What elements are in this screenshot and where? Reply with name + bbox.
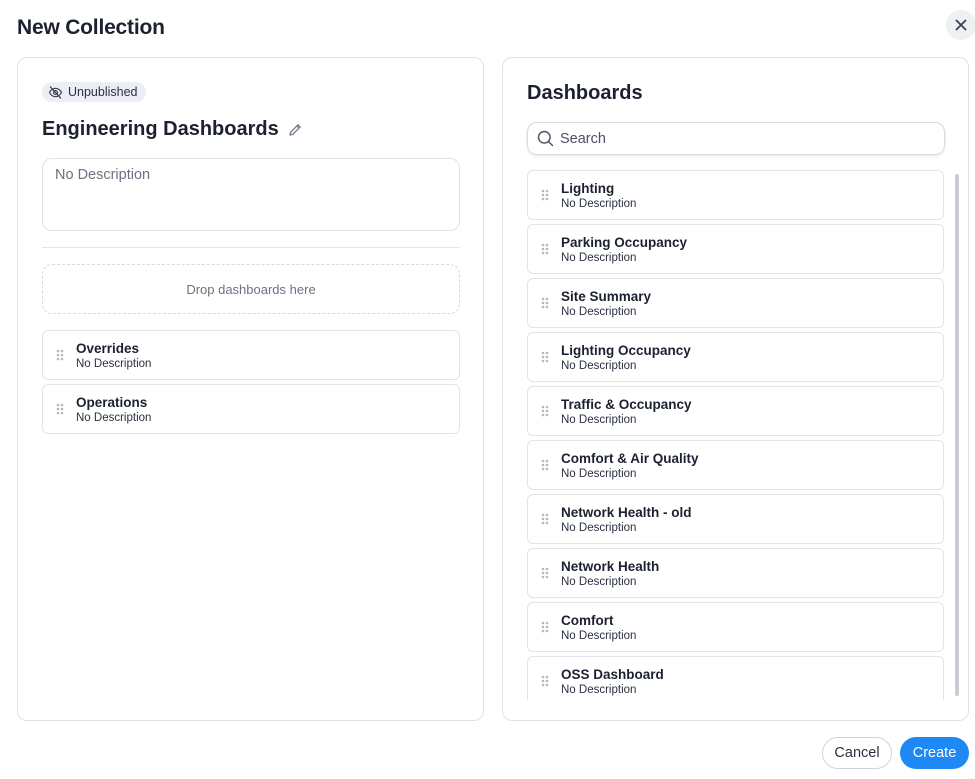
dashboard-item-description: No Description: [561, 197, 637, 210]
collection-item[interactable]: Overrides No Description: [42, 330, 460, 380]
dashboard-item[interactable]: OSS Dashboard No Description: [527, 656, 944, 700]
modal-title: New Collection: [17, 16, 165, 39]
cancel-button[interactable]: Cancel: [822, 737, 892, 769]
scrollbar[interactable]: [955, 174, 959, 696]
dashboard-item-description: No Description: [561, 413, 637, 426]
dashboard-item[interactable]: Lighting Occupancy No Description: [527, 332, 944, 382]
dashboard-item[interactable]: Network Health - old No Description: [527, 494, 944, 544]
dashboard-item-title: Network Health - old: [561, 504, 692, 520]
drag-handle-icon[interactable]: [43, 403, 76, 415]
collection-panel: Unpublished Engineering Dashboards No De…: [17, 57, 484, 721]
search-input[interactable]: [560, 130, 920, 147]
description-field[interactable]: No Description: [42, 158, 460, 231]
drag-handle-icon[interactable]: [528, 621, 561, 633]
collection-name: Engineering Dashboards: [42, 118, 303, 141]
close-button[interactable]: [946, 10, 975, 40]
eye-off-icon: [48, 85, 63, 99]
status-badge[interactable]: Unpublished: [42, 82, 146, 102]
create-button[interactable]: Create: [900, 737, 969, 769]
collection-item[interactable]: Operations No Description: [42, 384, 460, 434]
drag-handle-icon[interactable]: [528, 189, 561, 201]
dashboard-item-description: No Description: [561, 305, 637, 318]
collection-name-text: Engineering Dashboards: [42, 118, 279, 140]
collection-item-title: Overrides: [76, 340, 140, 356]
dashboard-item-title: Lighting Occupancy: [561, 342, 691, 358]
drag-handle-icon[interactable]: [528, 243, 561, 255]
dashboard-item-title: Site Summary: [561, 288, 652, 304]
drag-handle-icon[interactable]: [528, 297, 561, 309]
drag-handle-icon[interactable]: [528, 351, 561, 363]
collection-item-description: No Description: [76, 411, 152, 424]
dashboards-heading: Dashboards: [527, 82, 643, 104]
search-box[interactable]: [527, 122, 945, 155]
dashboard-item[interactable]: Comfort No Description: [527, 602, 944, 652]
drag-handle-icon[interactable]: [528, 513, 561, 525]
drag-handle-icon[interactable]: [528, 405, 561, 417]
status-badge-label: Unpublished: [68, 85, 138, 99]
dashboard-item-title: Network Health: [561, 558, 660, 574]
dashboard-item-description: No Description: [561, 575, 637, 588]
dashboard-item-title: Traffic & Occupancy: [561, 396, 692, 412]
drag-handle-icon[interactable]: [528, 675, 561, 687]
dashboard-item-title: Comfort & Air Quality: [561, 450, 699, 466]
search-icon: [537, 130, 554, 147]
divider: [42, 247, 460, 248]
dashboard-item[interactable]: Lighting No Description: [527, 170, 944, 220]
dashboards-panel: Dashboards LightingNo Description Parkin…: [502, 57, 969, 721]
dashboard-item-description: No Description: [561, 521, 637, 534]
dashboard-item-description: No Description: [561, 251, 637, 264]
drag-handle-icon[interactable]: [43, 349, 76, 361]
dashboard-item-description: No Description: [561, 467, 637, 480]
drop-zone-label: Drop dashboards here: [186, 281, 316, 297]
drag-handle-icon[interactable]: [528, 459, 561, 471]
pencil-icon[interactable]: [287, 122, 303, 138]
close-icon: [955, 19, 967, 31]
dashboard-item-title: Comfort: [561, 612, 614, 628]
dashboard-item-description: No Description: [561, 359, 637, 372]
dashboard-item-title: Lighting: [561, 180, 615, 196]
dashboard-item[interactable]: Parking Occupancy No Description: [527, 224, 944, 274]
dashboard-item-description: No Description: [561, 683, 637, 696]
dashboard-item[interactable]: Comfort & Air Quality No Description: [527, 440, 944, 490]
dashboards-list[interactable]: Lighting No Description Parking Occupancy…: [503, 170, 968, 700]
dashboard-item[interactable]: Traffic & Occupancy No Description: [527, 386, 944, 436]
dashboard-item-description: No Description: [561, 629, 637, 642]
dashboard-item-title: Parking Occupancy: [561, 234, 688, 250]
drag-handle-icon[interactable]: [528, 567, 561, 579]
collection-item-description: No Description: [76, 357, 152, 370]
dashboard-item-title: OSS Dashboard: [561, 666, 664, 682]
dashboard-item[interactable]: Network Health No Description: [527, 548, 944, 598]
collection-item-title: Operations: [76, 394, 148, 410]
drop-zone[interactable]: Drop dashboards here: [42, 264, 460, 314]
dashboard-item[interactable]: Site Summary No Description: [527, 278, 944, 328]
